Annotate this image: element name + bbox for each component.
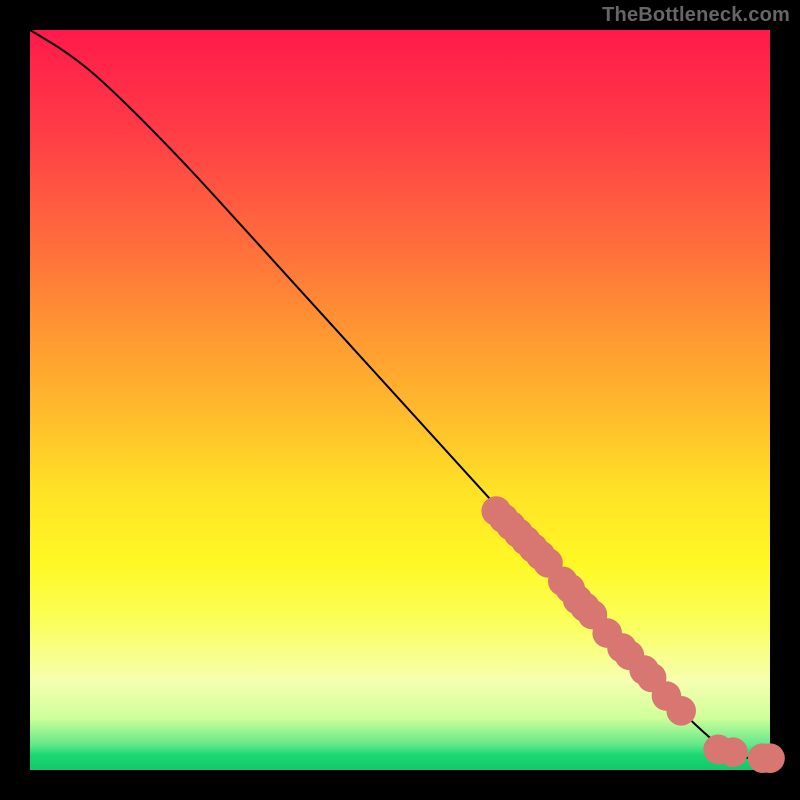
data-point [666, 696, 696, 726]
outer-frame: TheBottleneck.com [0, 0, 800, 800]
marker-group [481, 496, 784, 773]
data-point [755, 743, 785, 773]
watermark-text: TheBottleneck.com [602, 4, 790, 27]
trend-curve [30, 30, 770, 759]
data-point [718, 737, 748, 767]
chart-overlay [30, 30, 770, 770]
